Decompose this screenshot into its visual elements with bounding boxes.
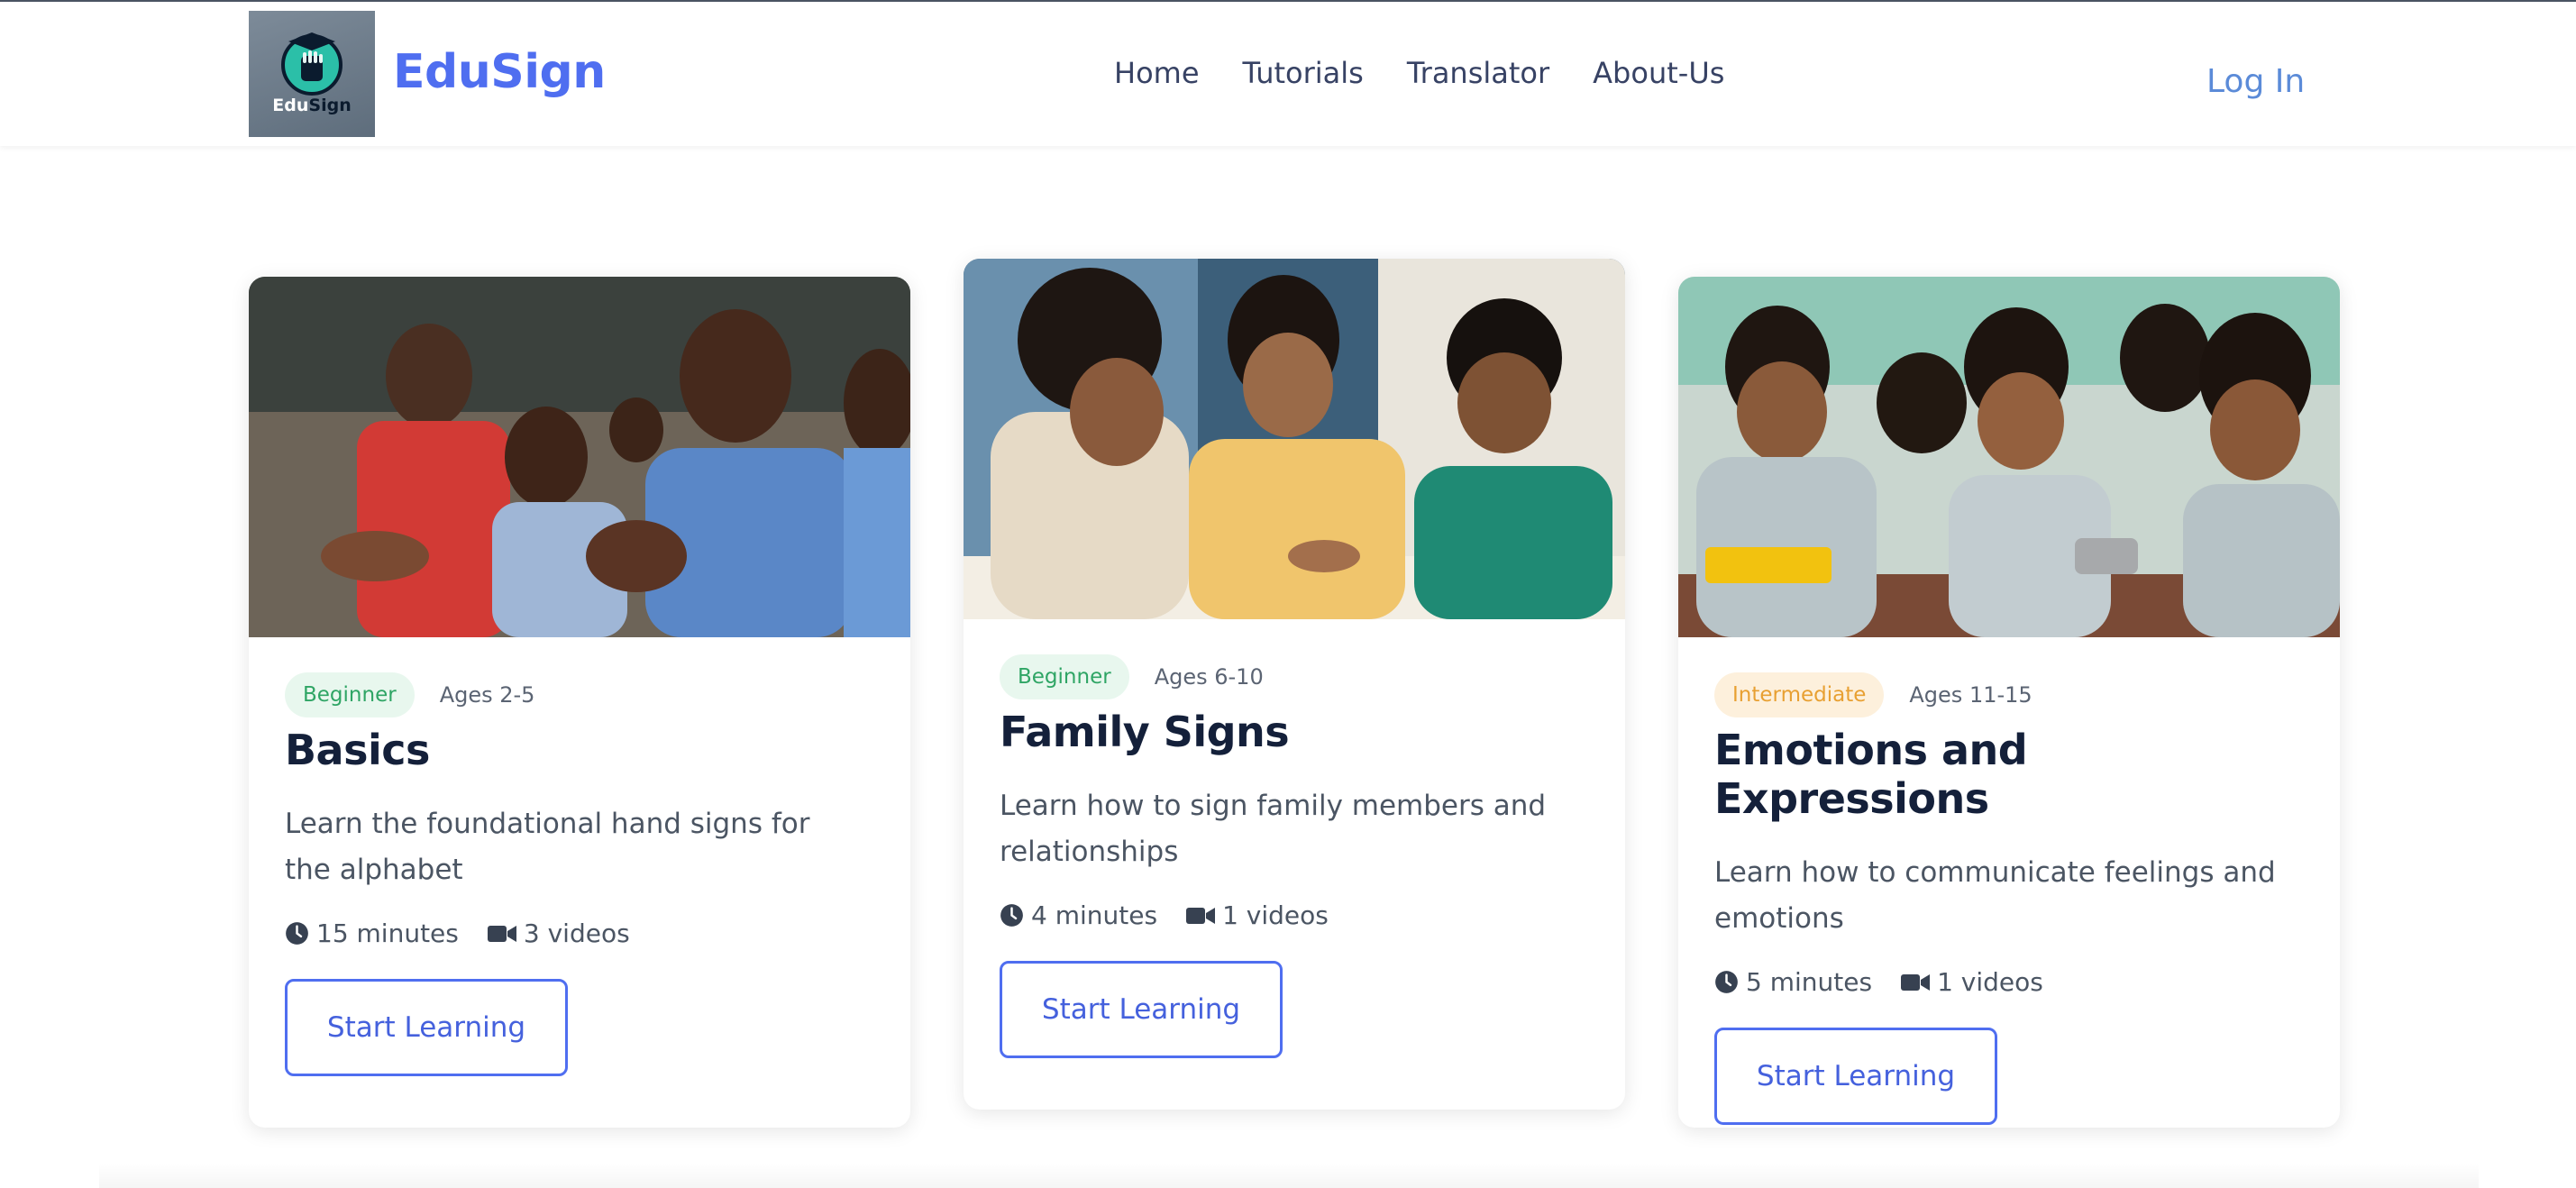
tutorial-card-basics: Beginner Ages 2-5 Basics Learn the found…	[249, 277, 910, 1128]
videos-stat: 3 videos	[487, 918, 630, 948]
login-button[interactable]: Log In	[2206, 63, 2305, 100]
start-learning-button[interactable]: Start Learning	[1714, 1028, 1997, 1125]
card-body: Beginner Ages 6-10 Family Signs Learn ho…	[964, 619, 1625, 1058]
card-stats: 15 minutes 3 videos	[285, 918, 874, 948]
logo-wordmark: EduSign	[249, 96, 375, 115]
card-description: Learn how to sign family members and rel…	[1000, 790, 1547, 868]
card-body: Intermediate Ages 11-15 Emotions and Exp…	[1678, 637, 2340, 1125]
teacher-with-children-photo	[964, 259, 1625, 619]
logo-emblem-icon	[281, 32, 343, 96]
logo-edu-text: Edu	[272, 96, 309, 115]
card-meta: Beginner Ages 2-5	[285, 670, 874, 720]
logo[interactable]: EduSign	[249, 11, 375, 137]
clock-icon	[1000, 904, 1023, 927]
card-title: Emotions and Expressions	[1714, 726, 2028, 823]
video-camera-icon	[1901, 973, 1931, 991]
duration-text: 4 minutes	[1031, 900, 1158, 930]
card-title: Basics	[285, 726, 430, 774]
duration-stat: 15 minutes	[285, 918, 459, 948]
age-range: Ages 2-5	[439, 682, 535, 708]
nav-translator[interactable]: Translator	[1407, 56, 1549, 90]
level-badge: Intermediate	[1714, 672, 1885, 717]
card-meta: Intermediate Ages 11-15	[1714, 670, 2304, 720]
level-badge: Beginner	[285, 672, 415, 717]
clock-icon	[1715, 971, 1738, 993]
duration-text: 15 minutes	[316, 918, 459, 948]
duration-text: 5 minutes	[1746, 967, 1873, 997]
card-description: Learn how to communicate feelings and em…	[1714, 856, 2276, 935]
card-title: Family Signs	[1000, 708, 1290, 756]
classroom-children-photo	[249, 277, 910, 637]
videos-text: 1 videos	[1222, 900, 1329, 930]
start-learning-button[interactable]: Start Learning	[285, 979, 568, 1076]
students-laughing-photo	[1678, 277, 2340, 637]
site-header: EduSign EduSign Home Tutorials Translato…	[0, 2, 2576, 146]
tutorial-card-family-signs: Beginner Ages 6-10 Family Signs Learn ho…	[964, 259, 1625, 1110]
card-description: Learn the foundational hand signs for th…	[285, 808, 810, 886]
videos-stat: 1 videos	[1186, 900, 1329, 930]
videos-text: 3 videos	[523, 918, 630, 948]
section-divider-shadow	[99, 1163, 2479, 1188]
videos-text: 1 videos	[1937, 967, 2043, 997]
logo-sign-text: Sign	[308, 96, 352, 115]
card-meta: Beginner Ages 6-10	[1000, 652, 1589, 702]
video-camera-icon	[487, 925, 516, 942]
card-stats: 4 minutes 1 videos	[1000, 900, 1589, 930]
main-nav: Home Tutorials Translator About-Us	[1114, 56, 1724, 90]
nav-about-us[interactable]: About-Us	[1593, 56, 1724, 90]
card-stats: 5 minutes 1 videos	[1714, 967, 2304, 997]
card-body: Beginner Ages 2-5 Basics Learn the found…	[249, 637, 910, 1076]
start-learning-button[interactable]: Start Learning	[1000, 961, 1283, 1058]
duration-stat: 4 minutes	[1000, 900, 1157, 930]
brand-name[interactable]: EduSign	[393, 45, 606, 99]
duration-stat: 5 minutes	[1714, 967, 1872, 997]
tutorial-card-emotions-and-expressions: Intermediate Ages 11-15 Emotions and Exp…	[1678, 277, 2340, 1128]
age-range: Ages 6-10	[1154, 664, 1264, 690]
video-camera-icon	[1186, 907, 1216, 924]
nav-tutorials[interactable]: Tutorials	[1243, 56, 1364, 90]
videos-stat: 1 videos	[1901, 967, 2043, 997]
age-range: Ages 11-15	[1909, 682, 2032, 708]
nav-home[interactable]: Home	[1114, 56, 1200, 90]
clock-icon	[286, 922, 308, 945]
level-badge: Beginner	[1000, 654, 1129, 699]
